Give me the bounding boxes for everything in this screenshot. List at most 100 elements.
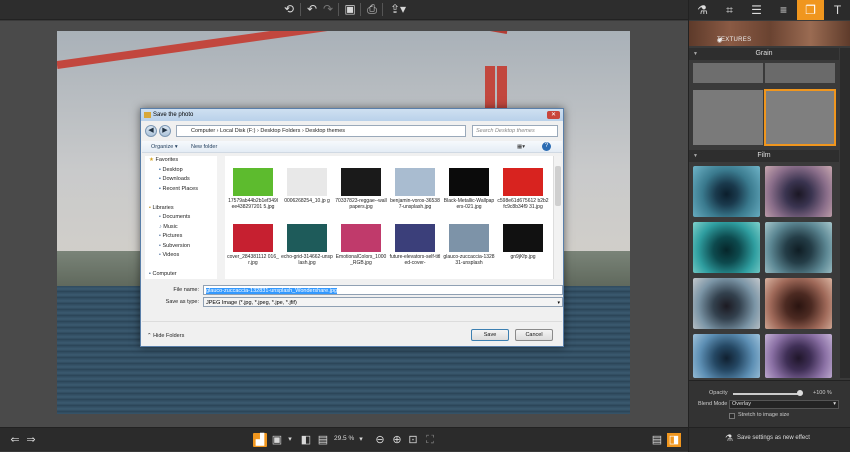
rotate-icon[interactable]: ⟲ — [281, 2, 297, 17]
save-icon[interactable]: ▣ — [342, 2, 358, 17]
text-icon[interactable]: T — [824, 0, 850, 20]
film-thumbnail[interactable] — [693, 222, 760, 273]
split-view-icon[interactable]: ▣ — [270, 433, 284, 447]
search-placeholder: Search Desktop themes — [476, 128, 535, 134]
nav-item[interactable]: ★ Favorites — [145, 156, 217, 166]
adjust-icon[interactable]: ≡ — [770, 0, 797, 20]
redo-icon[interactable]: ↷ — [320, 2, 336, 17]
reset-icon[interactable]: ↺ — [717, 37, 722, 44]
file-thumbnail — [449, 224, 489, 252]
zoom-select-icon[interactable]: ▤ — [316, 433, 330, 447]
textures-icon[interactable]: ❐ — [797, 0, 824, 20]
grain-section[interactable]: ▼ Grain — [689, 48, 839, 60]
file-tile[interactable]: c598e61d675612 b2b2fc9c8b34f9 31.jpg — [497, 168, 549, 210]
film-thumbnail[interactable] — [693, 278, 760, 329]
nav-item[interactable]: ▪ Documents — [145, 213, 217, 223]
save-button[interactable]: Save — [471, 329, 509, 341]
crop-icon[interactable]: ⌗ — [716, 0, 743, 20]
zoom-out-icon[interactable]: ⊖ — [373, 433, 387, 447]
film-thumbnail[interactable] — [765, 334, 832, 378]
address-row: ◀ ▶ Computer › Local Disk (F:) › Desktop… — [144, 124, 560, 138]
view-options-icon[interactable]: ▦▾ — [517, 141, 525, 153]
nav-item[interactable]: ▪ Pictures — [145, 232, 217, 242]
share-icon[interactable]: ⇪▾ — [388, 2, 408, 17]
print-icon[interactable]: ⎙ — [364, 2, 380, 17]
file-thumbnail — [233, 168, 273, 196]
help-icon[interactable]: ? — [542, 142, 551, 151]
file-tile[interactable]: future-elevators-self-titled-cover- — [389, 224, 441, 266]
file-tile[interactable]: gn9jKfp.jpg — [497, 224, 549, 260]
actual-size-icon[interactable]: ⊡ — [406, 433, 420, 447]
forward-icon[interactable]: ▶ — [159, 125, 171, 137]
zoom-dropdown-icon[interactable]: ▾ — [354, 433, 368, 447]
fit-screen-icon[interactable]: ⛶ — [423, 433, 437, 447]
nav-item[interactable]: ▪ Computer — [145, 270, 217, 280]
file-tile[interactable]: glauco-zuccaccia-132831-unsplash — [443, 224, 495, 266]
nav-item[interactable]: ▪ Subversion — [145, 242, 217, 252]
close-icon[interactable]: ✕ — [547, 111, 560, 119]
address-bar[interactable]: Computer › Local Disk (F:) › Desktop Fol… — [176, 125, 466, 137]
nav-item[interactable]: ▪ Desktop — [145, 166, 217, 176]
file-tile[interactable]: cover_284381112 016_r.jpg — [227, 224, 279, 266]
file-name-field[interactable]: glauco-zuccaccia-132831-unsplash_Wonders… — [203, 285, 563, 295]
music-icon: ♪ — [159, 223, 162, 230]
file-tile[interactable]: EmotionalColors_1000_RGB.jpg — [335, 224, 387, 266]
grain-thumbnail[interactable] — [693, 90, 763, 145]
nav-label: Libraries — [152, 204, 174, 211]
stretch-checkbox[interactable] — [729, 413, 735, 419]
organize-button[interactable]: Organize ▾ — [151, 141, 178, 153]
search-input[interactable]: Search Desktop themes — [472, 125, 558, 137]
arrow-left-icon[interactable]: ⇐ — [8, 433, 22, 447]
film-section[interactable]: ▼ Film — [689, 150, 839, 162]
grain-thumbnail[interactable] — [765, 63, 835, 83]
zoom-in-icon[interactable]: ⊕ — [390, 433, 404, 447]
file-tile[interactable]: echo-grid-314662-unsplash.jpg — [281, 224, 333, 266]
file-tile[interactable]: 17579ab44b2b1ef349lee438297201 5.jpg — [227, 168, 279, 210]
panel-scrollbar[interactable] — [840, 48, 850, 378]
nav-item[interactable]: ▪ Downloads — [145, 175, 217, 185]
save-effect-bar[interactable]: ⚗ Save settings as new effect — [688, 428, 850, 452]
film-thumbnail[interactable] — [765, 166, 832, 217]
nav-item[interactable]: ▪ Recent Places — [145, 185, 217, 195]
panel-left-icon[interactable]: ▤ — [650, 433, 664, 447]
undo-icon[interactable]: ↶ — [304, 2, 320, 17]
file-tile[interactable]: benjamin-voros-365387-unsplash.jpg — [389, 168, 441, 210]
fit-icon[interactable]: ◧ — [299, 433, 313, 447]
file-name-value: glauco-zuccaccia-132831-unsplash_Wonders… — [206, 288, 338, 294]
save-as-select[interactable]: JPEG Image (*.jpg, *.jpeg, *.jpe, *.jfif… — [203, 297, 563, 307]
blend-mode-select[interactable]: Overlay ▾ — [729, 400, 839, 409]
file-tile[interactable]: 70337823-reggae--wallpapers.jpg — [335, 168, 387, 210]
file-scrollbar[interactable] — [553, 156, 561, 279]
grain-thumbnail[interactable] — [693, 63, 763, 83]
arrow-right-icon[interactable]: ⇒ — [24, 433, 38, 447]
hide-folders-toggle[interactable]: ⌃ Hide Folders — [147, 333, 184, 339]
nav-scrollbar[interactable] — [217, 156, 225, 279]
film-thumbnail[interactable] — [765, 278, 832, 329]
scroll-thumb[interactable] — [555, 166, 561, 206]
compare-icon[interactable]: ▟ — [253, 433, 267, 447]
film-thumbnail[interactable] — [693, 166, 760, 217]
new-folder-button[interactable]: New folder — [191, 141, 217, 153]
opacity-value: +100 % — [813, 390, 832, 396]
opacity-slider[interactable] — [733, 390, 803, 396]
chevron-down-icon[interactable]: ▾ — [283, 433, 297, 447]
save-dialog: Save the photo ✕ ◀ ▶ Computer › Local Di… — [140, 108, 564, 347]
file-tile[interactable]: Black-Metallic-Wallpapers-021.jpg — [443, 168, 495, 210]
back-icon[interactable]: ◀ — [145, 125, 157, 137]
nav-item[interactable]: ▪ Videos — [145, 251, 217, 261]
file-tile[interactable]: 0006268254_10.jp g — [281, 168, 333, 204]
nav-item[interactable]: ♪ Music — [145, 223, 217, 233]
cancel-button[interactable]: Cancel — [515, 329, 553, 341]
sliders-icon[interactable]: ☰ — [743, 0, 770, 20]
file-thumbnail — [449, 168, 489, 196]
grain-thumbnail-selected[interactable] — [764, 89, 836, 146]
nav-item[interactable]: ▪ Libraries — [145, 204, 217, 214]
flask-icon[interactable]: ⚗ — [689, 0, 716, 20]
file-name-label: File name: — [173, 287, 199, 293]
file-thumbnail — [395, 168, 435, 196]
panel-right-icon[interactable]: ◨ — [667, 433, 681, 447]
film-thumbnail[interactable] — [765, 222, 832, 273]
dialog-titlebar: Save the photo ✕ — [141, 109, 563, 121]
opacity-handle[interactable] — [796, 390, 803, 396]
film-thumbnail[interactable] — [693, 334, 760, 378]
